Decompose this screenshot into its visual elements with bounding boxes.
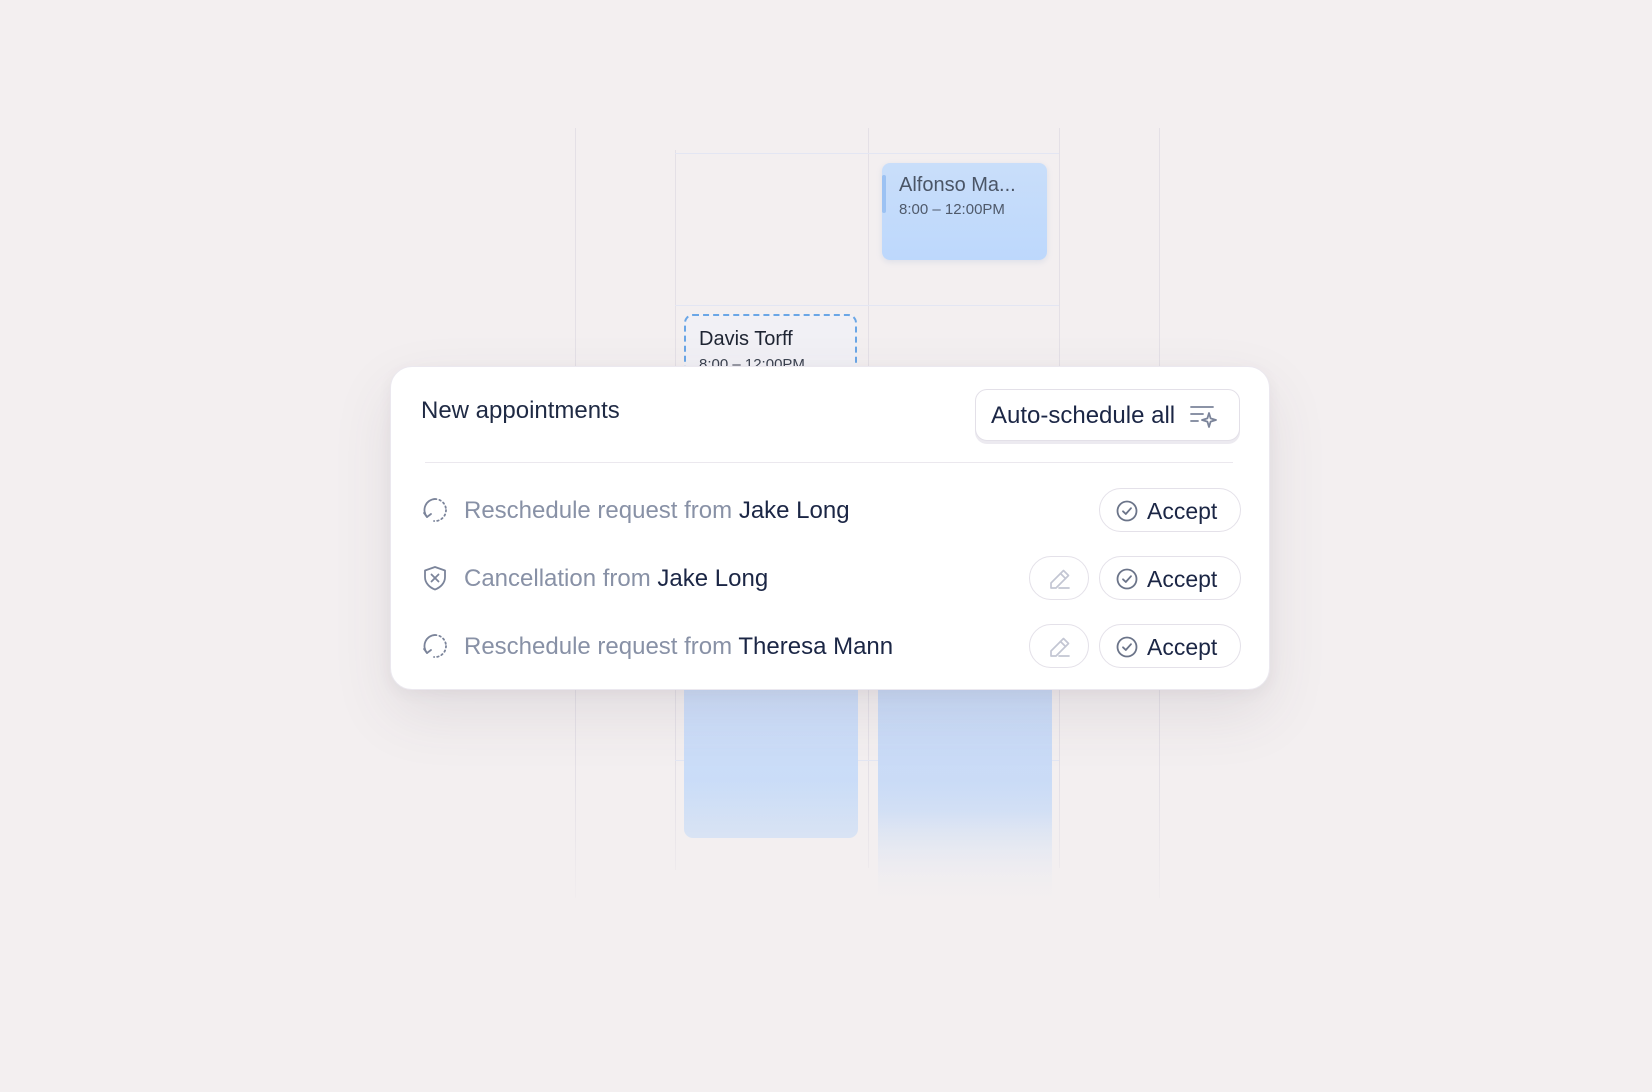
auto-schedule-all-label: Auto-schedule all (991, 402, 1176, 429)
check-circle-icon (1116, 500, 1138, 522)
appointment-text: Cancellation from Jake Long (464, 565, 768, 593)
grid-line (675, 153, 1059, 154)
reschedule-icon (423, 498, 447, 522)
cancel-shield-icon (424, 566, 446, 591)
requester-name: Theresa Mann (738, 633, 894, 660)
reschedule-icon (423, 634, 447, 658)
event-title: Davis Torff (699, 328, 793, 350)
sparkle-list-icon (1190, 406, 1217, 428)
accept-button[interactable]: Accept (1099, 488, 1241, 532)
grid-fade-overlay (560, 780, 1180, 920)
accept-button[interactable]: Accept (1099, 624, 1241, 668)
accept-button[interactable]: Accept (1099, 556, 1241, 600)
request-type-label: Reschedule request from (464, 497, 739, 524)
appointment-text: Reschedule request from Jake Long (464, 497, 850, 525)
accept-label: Accept (1147, 566, 1218, 592)
appointment-row: Reschedule request from Theresa Mann Acc… (391, 624, 1269, 668)
request-type-label: Reschedule request from (464, 633, 739, 660)
auto-schedule-all-button[interactable]: Auto-schedule all (975, 389, 1240, 441)
appointment-row: Reschedule request from Jake Long Accept (391, 488, 1269, 532)
appointment-row: Cancellation from Jake Long Accept (391, 556, 1269, 600)
divider (425, 462, 1233, 463)
panel-title: New appointments (421, 397, 620, 424)
event-time: 8:00 – 12:00PM (899, 201, 1005, 218)
grid-line (675, 305, 1059, 306)
request-type-label: Cancellation from (464, 565, 658, 592)
new-appointments-panel: New appointments Auto-schedule all Resch… (390, 366, 1270, 690)
event-title: Alfonso Ma... (899, 174, 1016, 196)
requester-name: Jake Long (657, 565, 769, 592)
calendar-event[interactable]: Alfonso Ma... 8:00 – 12:00PM (882, 163, 1047, 260)
event-accent-bar (882, 175, 886, 213)
appointment-text: Reschedule request from Theresa Mann (464, 633, 893, 661)
pencil-icon (1050, 569, 1070, 589)
check-circle-icon (1116, 636, 1138, 658)
pencil-icon (1050, 637, 1070, 657)
accept-label: Accept (1147, 498, 1218, 524)
check-circle-icon (1116, 568, 1138, 590)
edit-button[interactable] (1029, 556, 1089, 600)
accept-label: Accept (1147, 634, 1218, 660)
requester-name: Jake Long (738, 497, 850, 524)
edit-button[interactable] (1029, 624, 1089, 668)
